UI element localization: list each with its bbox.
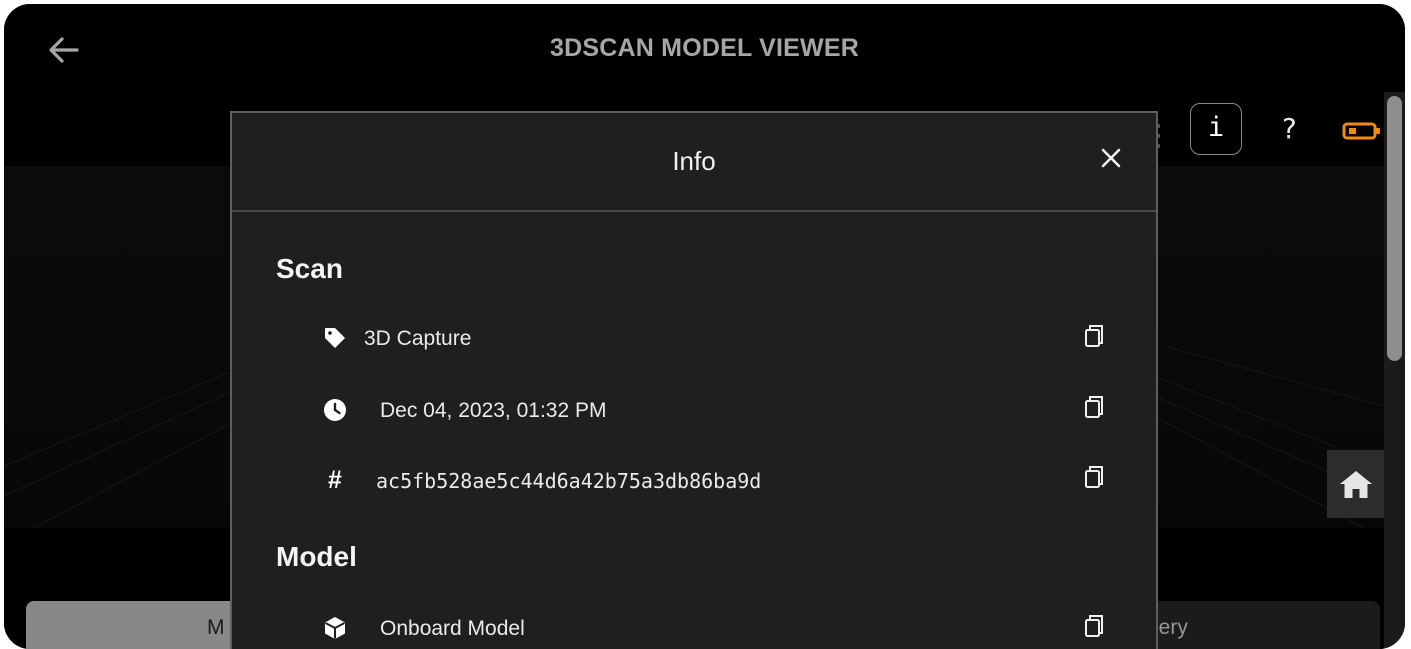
copy-icon (1085, 615, 1103, 637)
scrollbar-thumb[interactable] (1387, 96, 1402, 361)
hash-icon: # (328, 466, 342, 494)
copy-scan-date-button[interactable] (1084, 395, 1104, 419)
clock-icon (322, 397, 348, 423)
battery-icon (1342, 122, 1380, 140)
copy-scan-name-button[interactable] (1084, 324, 1104, 348)
home-button[interactable] (1327, 450, 1385, 518)
copy-icon (1085, 466, 1103, 488)
dialog-title: Info (672, 146, 716, 176)
scan-date-value: Dec 04, 2023, 01:32 PM (380, 399, 607, 422)
scan-id-value: ac5fb528ae5c44d6a42b75a3db86ba9d (376, 469, 762, 493)
copy-scan-id-button[interactable] (1084, 465, 1104, 489)
cube-icon (322, 615, 348, 641)
close-icon (1101, 148, 1121, 168)
info-button[interactable]: i (1190, 103, 1242, 155)
info-dialog: Info Scan 3D Capture Dec 04, 2023, 01:32… (230, 111, 1158, 649)
section-title-model: Model (276, 541, 357, 572)
home-icon (1340, 471, 1372, 498)
close-button[interactable] (1094, 141, 1128, 175)
copy-icon (1085, 396, 1103, 418)
copy-icon (1085, 325, 1103, 347)
copy-model-name-button[interactable] (1084, 614, 1104, 638)
app-window: 3DSCAN MODEL VIEWER M lery i ? Info Scan… (4, 4, 1405, 649)
tag-icon (322, 325, 348, 351)
scan-name-value: 3D Capture (364, 327, 472, 350)
help-button[interactable]: ? (1272, 106, 1306, 152)
model-name-value: Onboard Model (380, 617, 525, 640)
dialog-header: Info (232, 113, 1156, 212)
section-title-scan: Scan (276, 253, 343, 284)
